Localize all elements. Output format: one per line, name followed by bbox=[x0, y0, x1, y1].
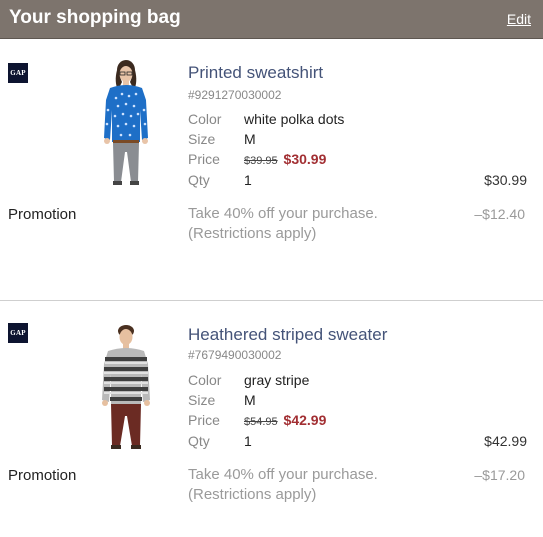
qty-label: Qty bbox=[188, 433, 210, 449]
bag-item: GAP Printed sweatshirt #9291270030002 Co… bbox=[0, 40, 543, 301]
sale-price: $30.99 bbox=[283, 151, 327, 167]
size-value: M bbox=[244, 131, 256, 147]
size-value: M bbox=[244, 392, 256, 408]
product-image-man-sweater[interactable] bbox=[96, 324, 156, 449]
promotion-restrictions: (Restrictions apply) bbox=[188, 225, 317, 242]
qty-value: 1 bbox=[244, 172, 252, 188]
price-value: $54.95 $42.99 bbox=[244, 412, 326, 428]
product-sku: #9291270030002 bbox=[188, 88, 282, 102]
qty-value: 1 bbox=[244, 433, 252, 449]
color-value: white polka dots bbox=[244, 111, 345, 127]
promotion-text: Take 40% off your purchase. bbox=[188, 466, 378, 483]
promotion-label: Promotion bbox=[8, 206, 77, 223]
color-label: Color bbox=[188, 111, 222, 127]
color-value: gray stripe bbox=[244, 372, 310, 388]
shopping-bag-header: Your shopping bag Edit bbox=[0, 0, 543, 39]
original-price: $54.95 bbox=[244, 416, 278, 428]
line-total: $42.99 bbox=[484, 433, 527, 449]
bag-item: GAP Heathered striped sweater #767949003… bbox=[0, 302, 543, 537]
edit-link[interactable]: Edit bbox=[507, 11, 531, 27]
promotion-description: Take 40% off your purchase. (Restriction… bbox=[188, 204, 378, 244]
price-value: $39.95 $30.99 bbox=[244, 151, 326, 167]
promotion-text: Take 40% off your purchase. bbox=[188, 205, 378, 222]
sale-price: $42.99 bbox=[283, 412, 327, 428]
gap-logo-icon: GAP bbox=[8, 63, 28, 83]
promotion-description: Take 40% off your purchase. (Restriction… bbox=[188, 465, 378, 505]
price-label: Price bbox=[188, 412, 220, 428]
size-label: Size bbox=[188, 392, 216, 408]
original-price: $39.95 bbox=[244, 155, 278, 167]
promotion-amount: –$17.20 bbox=[474, 467, 525, 483]
price-label: Price bbox=[188, 151, 220, 167]
qty-label: Qty bbox=[188, 172, 210, 188]
size-label: Size bbox=[188, 131, 216, 147]
color-label: Color bbox=[188, 372, 222, 388]
shopping-bag-title: Your shopping bag bbox=[9, 7, 181, 28]
product-image-woman-sweatshirt[interactable] bbox=[96, 60, 156, 185]
product-name-link[interactable]: Heathered striped sweater bbox=[188, 325, 387, 345]
product-name-link[interactable]: Printed sweatshirt bbox=[188, 63, 323, 83]
line-total: $30.99 bbox=[484, 172, 527, 188]
product-sku: #7679490030002 bbox=[188, 348, 282, 362]
promotion-restrictions: (Restrictions apply) bbox=[188, 486, 317, 503]
gap-logo-icon: GAP bbox=[8, 323, 28, 343]
promotion-amount: –$12.40 bbox=[474, 206, 525, 222]
promotion-label: Promotion bbox=[8, 467, 77, 484]
